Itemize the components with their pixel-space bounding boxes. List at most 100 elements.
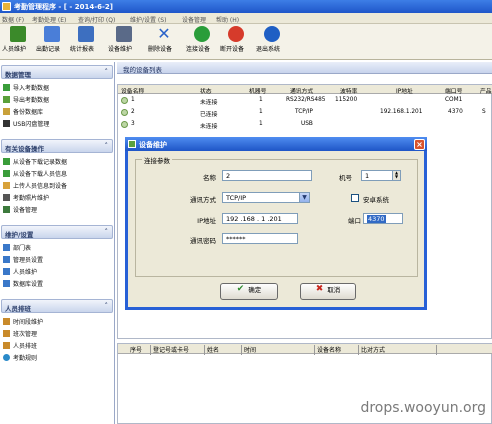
name-label: 名称 [203, 174, 216, 182]
sidebar-item-backup[interactable]: 备份数据库 [3, 107, 43, 118]
table-row[interactable]: 2 已连接 1 TCP/IP 192.168.1.201 4370 S [118, 108, 492, 118]
spinner-icon[interactable]: ▲ ▼ [392, 171, 400, 180]
report-button[interactable]: 统计报表 [70, 26, 102, 58]
device-icon [121, 121, 128, 128]
table-row[interactable]: 1 未连接 1 RS232/RS485 115200 COM1 [118, 96, 492, 106]
collapse-icon[interactable]: ˄ [105, 302, 109, 310]
sidebar-item-rules[interactable]: 考勤规则 [3, 353, 37, 364]
disconnect-device-button[interactable]: 断开设备 [220, 26, 252, 58]
ip-address-field[interactable]: 192 .168 . 1 .201 [222, 213, 298, 224]
column-header[interactable]: 姓名 [207, 345, 219, 354]
sidebar: 数据管理 ˄ 导入考勤数据 导出考勤数据 备份数据库 USB闪盘管理 有关设备操… [0, 62, 115, 424]
section-data-management[interactable]: 数据管理 ˄ [1, 65, 113, 79]
connection-params-group: 连接参数 名称 2 机号 1 ▲ ▼ 通讯方式 TCP/IP ▼ 安卓系统 IP地… [135, 155, 418, 277]
users-icon [10, 26, 26, 42]
sidebar-item-export-data[interactable]: 导出考勤数据 [3, 95, 49, 106]
collapse-icon[interactable]: ˄ [105, 228, 109, 236]
title-bar: 考勤管理程序 - [ - 2014-6-2] [0, 0, 492, 13]
column-header[interactable]: 时间 [244, 345, 256, 354]
section-scheduling[interactable]: 人员排班 ˄ [1, 299, 113, 313]
device-maintenance-dialog: 设备维护 × 连接参数 名称 2 机号 1 ▲ ▼ 通讯方式 TCP/IP ▼ 安… [125, 137, 427, 310]
chevron-down-icon[interactable]: ▼ [299, 193, 309, 202]
content-header: 我的设备列表 [117, 62, 492, 74]
dialog-title: 设备维护 [139, 141, 167, 149]
column-header[interactable]: 机器号 [249, 86, 266, 95]
disconnect-icon [228, 26, 244, 42]
table-row[interactable]: 3 未连接 1 USB [118, 120, 492, 130]
close-icon: ✖ [315, 284, 324, 294]
comm-mode-label: 通讯方式 [190, 196, 216, 204]
sidebar-item-upload-staff[interactable]: 上传人员信息到设备 [3, 181, 67, 192]
collapse-icon[interactable]: ˄ [105, 68, 109, 76]
column-header[interactable]: 设备名称 [317, 345, 341, 354]
checkmark-icon: ✔ [236, 284, 245, 294]
settings-icon [3, 280, 10, 287]
sidebar-item-staff[interactable]: 人员维护 [3, 267, 37, 278]
section-maintenance[interactable]: 维护/设置 ˄ [1, 225, 113, 239]
port-label: 端口 [348, 217, 361, 225]
sidebar-item-download-records[interactable]: 从设备下载记录数据 [3, 157, 67, 168]
clock-doc-icon [44, 26, 60, 42]
column-header[interactable]: 登记号或卡号 [153, 345, 189, 354]
shift-icon [3, 330, 10, 337]
column-header[interactable]: 比对方式 [361, 345, 385, 354]
menu-device[interactable]: 设备管理 [182, 15, 206, 24]
device-icon [3, 206, 10, 213]
upload-icon [3, 182, 10, 189]
comm-password-label: 通讯密码 [190, 237, 216, 245]
column-header[interactable]: 序号 [130, 345, 142, 354]
sidebar-item-departments[interactable]: 部门表 [3, 243, 31, 254]
menu-data[interactable]: 数据 (F) [2, 15, 24, 24]
sidebar-item-download-staff[interactable]: 从设备下载人员信息 [3, 169, 67, 180]
menu-maintenance[interactable]: 维护/设置 (S) [130, 15, 166, 24]
device-icon [121, 109, 128, 116]
sidebar-item-photos[interactable]: 考勤照片维护 [3, 193, 49, 204]
download-icon [3, 170, 10, 177]
menu-query-print[interactable]: 查询/打印 (Q) [78, 15, 115, 24]
rules-icon [3, 354, 10, 361]
name-field[interactable]: 2 [222, 170, 312, 181]
delete-device-button[interactable]: ✕ 删除设备 [148, 26, 180, 58]
attendance-record-button[interactable]: 出勤记录 [36, 26, 68, 58]
device-maintenance-button[interactable]: 设备维护 [108, 26, 140, 58]
sidebar-item-db-settings[interactable]: 数据库设置 [3, 279, 43, 290]
comm-mode-select[interactable]: TCP/IP ▼ [222, 192, 310, 203]
sidebar-item-time-periods[interactable]: 时间段维护 [3, 317, 43, 328]
section-device-operations[interactable]: 有关设备操作 ˄ [1, 139, 113, 153]
content-title: 我的设备列表 [123, 66, 162, 74]
column-header[interactable]: 通讯方式 [290, 86, 313, 95]
sidebar-item-shifts[interactable]: 班次管理 [3, 329, 37, 340]
dialog-title-bar[interactable]: 设备维护 × [125, 137, 427, 151]
sidebar-item-admin[interactable]: 管理员设置 [3, 255, 43, 266]
port-field[interactable]: 4370 [363, 213, 403, 224]
android-system-checkbox[interactable] [351, 194, 359, 202]
sidebar-item-device-management[interactable]: 设备管理 [3, 205, 37, 216]
sidebar-item-staff-scheduling[interactable]: 人员排班 [3, 341, 37, 352]
column-header[interactable]: 端口号 [445, 86, 462, 95]
column-header[interactable]: 波特率 [340, 86, 357, 95]
comm-password-field[interactable]: ****** [222, 233, 298, 244]
staff-maintenance-button[interactable]: 人员维护 [2, 26, 34, 58]
menu-attendance[interactable]: 考勤处理 (E) [32, 15, 66, 24]
machine-number-stepper[interactable]: 1 ▲ ▼ [361, 170, 401, 181]
ok-button[interactable]: ✔ 确定 [220, 283, 278, 300]
close-icon[interactable]: × [414, 139, 425, 150]
column-header[interactable]: IP地址 [396, 86, 413, 95]
connect-device-button[interactable]: 连接设备 [186, 26, 218, 58]
cancel-button[interactable]: ✖ 取消 [300, 283, 356, 300]
window-title: 考勤管理程序 - [ - 2014-6-2] [14, 3, 113, 11]
exit-button[interactable]: 退出系统 [256, 26, 288, 58]
menu-help[interactable]: 帮助 (H) [216, 15, 239, 24]
group-label: 连接参数 [142, 155, 172, 165]
export-icon [3, 96, 10, 103]
usb-icon [3, 120, 10, 127]
report-icon [78, 26, 94, 42]
sidebar-item-import-data[interactable]: 导入考勤数据 [3, 83, 49, 94]
column-header[interactable]: 产品 [480, 86, 492, 95]
collapse-icon[interactable]: ˄ [105, 142, 109, 150]
sidebar-item-usb[interactable]: USB闪盘管理 [3, 119, 49, 130]
app-icon [2, 2, 11, 11]
calendar-icon [3, 342, 10, 349]
column-header[interactable]: 设备名称 [121, 86, 144, 95]
column-header[interactable]: 状态 [200, 86, 212, 95]
